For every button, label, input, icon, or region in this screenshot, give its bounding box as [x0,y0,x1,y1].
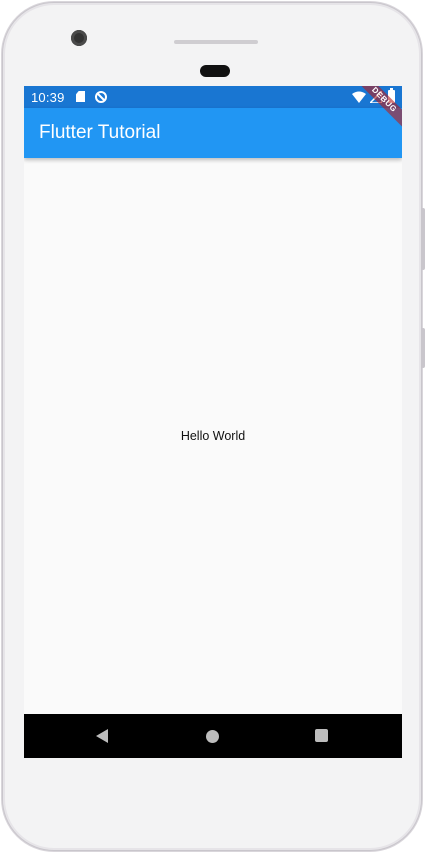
status-bar: 10:39 DEBUG [24,86,402,133]
back-icon[interactable] [96,729,108,743]
sd-card-icon [76,91,85,102]
app-bar: Flutter Tutorial [24,108,402,158]
hello-world-text: Hello World [180,429,246,443]
wifi-icon [352,91,366,103]
earpiece-sensor [200,65,230,77]
app-title: Flutter Tutorial [39,122,161,143]
speaker-grille [174,40,258,44]
status-time: 10:39 [31,90,65,105]
sync-icon [95,91,107,103]
home-icon[interactable] [206,730,219,743]
volume-button [421,208,425,270]
front-camera-icon [71,30,87,46]
device-screen: 10:39 DEBUG Flutter Tutorial Hello World [24,86,402,758]
power-button [421,328,425,368]
navigation-bar [24,714,402,758]
recents-icon[interactable] [315,729,328,742]
